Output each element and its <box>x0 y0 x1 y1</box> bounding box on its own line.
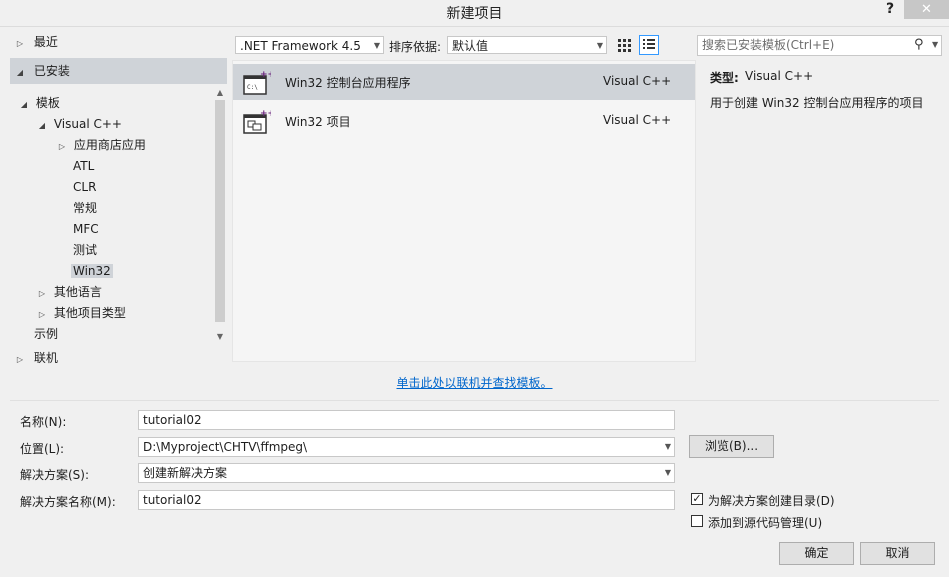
location-value: D:\Myproject\CHTV\ffmpeg\ <box>143 440 308 454</box>
nav-item-label: 其他项目类型 <box>53 306 126 320</box>
collapse-arrow-icon[interactable]: ◢ <box>18 95 30 115</box>
nav-item-clr[interactable]: CLR <box>73 177 96 197</box>
expand-arrow-icon[interactable]: ▷ <box>36 284 48 304</box>
nav-item-test[interactable]: 测试 <box>73 240 97 260</box>
nav-item-label: 其他语言 <box>53 285 102 299</box>
browse-button[interactable]: 浏览(B)... <box>689 435 774 458</box>
nav-item-label: 模板 <box>35 96 60 110</box>
svg-text:++: ++ <box>260 70 271 80</box>
win32-project-icon: ++ <box>243 109 271 134</box>
close-button[interactable]: ✕ <box>904 0 949 19</box>
description-type-value: Visual C++ <box>745 69 814 83</box>
framework-value: .NET Framework 4.5 <box>240 39 361 53</box>
template-name: Win32 项目 <box>285 115 351 129</box>
chevron-down-icon: ▼ <box>596 41 603 50</box>
create-dir-label[interactable]: 为解决方案创建目录(D) <box>708 492 835 509</box>
solution-label: 解决方案(S): <box>20 468 90 482</box>
search-input[interactable]: 搜索已安装模板(Ctrl+E) ⚲ ▼ <box>697 35 942 56</box>
nav-item-templates[interactable]: ◢ 模板 <box>18 93 60 113</box>
tree-scrollbar-thumb[interactable] <box>215 100 225 322</box>
solution-name-value: tutorial02 <box>143 493 202 507</box>
create-dir-checkbox[interactable]: ✓ <box>691 493 703 505</box>
form-divider <box>10 400 939 401</box>
location-input[interactable]: D:\Myproject\CHTV\ffmpeg\ ▼ <box>138 437 675 457</box>
nav-item-label: 应用商店应用 <box>73 138 146 152</box>
collapse-arrow-icon[interactable]: ◢ <box>36 116 48 136</box>
help-icon[interactable]: ? <box>880 1 900 21</box>
window-title: 新建项目 <box>446 6 503 22</box>
location-label: 位置(L): <box>20 442 65 456</box>
nav-item-recent[interactable]: ▷ 最近 <box>14 32 58 52</box>
nav-item-store-apps[interactable]: ▷ 应用商店应用 <box>56 135 146 155</box>
solution-value: 创建新解决方案 <box>143 466 228 480</box>
framework-select[interactable]: .NET Framework 4.5 ▼ <box>235 36 384 54</box>
nav-item-online[interactable]: ▷ 联机 <box>14 348 58 368</box>
nav-item-visual-cpp[interactable]: ◢ Visual C++ <box>36 114 122 134</box>
template-list: C:\ ++ Win32 控制台应用程序 Visual C++ ++ Win32… <box>232 60 696 362</box>
template-item-console[interactable]: C:\ ++ Win32 控制台应用程序 Visual C++ <box>233 64 695 100</box>
sort-value: 默认值 <box>452 39 489 53</box>
solution-name-label: 解决方案名称(M): <box>20 495 116 509</box>
name-input[interactable]: tutorial02 <box>138 410 675 430</box>
nav-item-general[interactable]: 常规 <box>73 198 97 218</box>
nav-item-installed-row[interactable]: ◢ 已安装 <box>14 61 70 81</box>
name-label: 名称(N): <box>20 415 67 429</box>
console-icon-text: C:\ <box>247 84 258 91</box>
search-placeholder: 搜索已安装模板(Ctrl+E) <box>702 38 835 52</box>
grid-view-icon <box>618 39 631 52</box>
chevron-down-icon[interactable]: ▼ <box>932 36 938 54</box>
chevron-down-icon: ▼ <box>373 41 380 50</box>
description-text: 用于创建 Win32 控制台应用程序的项目 <box>710 96 924 110</box>
template-name: Win32 控制台应用程序 <box>285 76 411 90</box>
nav-item-other-languages[interactable]: ▷ 其他语言 <box>36 282 102 302</box>
svg-text:++: ++ <box>260 109 271 119</box>
search-icon[interactable]: ⚲ <box>914 36 924 54</box>
nav-item-label: Win32 <box>71 264 113 278</box>
nav-item-samples[interactable]: 示例 <box>34 324 58 344</box>
name-value: tutorial02 <box>143 413 202 427</box>
source-control-checkbox[interactable] <box>691 515 703 527</box>
list-view-icon <box>643 39 655 49</box>
template-language: Visual C++ <box>603 74 672 88</box>
chevron-down-icon: ▼ <box>664 468 671 477</box>
description-type-label: 类型: <box>710 71 739 85</box>
nav-item-label: Visual C++ <box>53 117 122 131</box>
online-link-text[interactable]: 单击此处以联机并查找模板。 <box>396 376 552 390</box>
nav-item-win32[interactable]: Win32 <box>71 261 113 281</box>
scroll-up-icon[interactable]: ▲ <box>213 86 227 100</box>
nav-item-label: 最近 <box>33 35 58 49</box>
nav-item-label: 已安装 <box>33 64 70 78</box>
nav-item-label: 联机 <box>33 351 58 365</box>
sort-select[interactable]: 默认值 ▼ <box>447 36 607 54</box>
cancel-button[interactable]: 取消 <box>860 542 935 565</box>
nav-item-mfc[interactable]: MFC <box>73 219 99 239</box>
source-control-label[interactable]: 添加到源代码管理(U) <box>708 514 822 531</box>
console-app-icon: C:\ ++ <box>243 70 271 95</box>
expand-arrow-icon[interactable]: ▷ <box>36 305 48 325</box>
online-templates-link[interactable]: 单击此处以联机并查找模板。 <box>0 374 949 391</box>
collapse-arrow-icon[interactable]: ◢ <box>14 63 26 83</box>
nav-item-other-project-types[interactable]: ▷ 其他项目类型 <box>36 303 126 323</box>
expand-arrow-icon[interactable]: ▷ <box>14 350 26 370</box>
expand-arrow-icon[interactable]: ▷ <box>14 34 26 54</box>
scroll-down-icon[interactable]: ▼ <box>213 330 227 344</box>
solution-select[interactable]: 创建新解决方案 ▼ <box>138 463 675 483</box>
solution-name-input[interactable]: tutorial02 <box>138 490 675 510</box>
chevron-down-icon: ▼ <box>664 442 671 451</box>
expand-arrow-icon[interactable]: ▷ <box>56 137 68 157</box>
list-view-button[interactable] <box>639 35 659 55</box>
grid-view-button[interactable] <box>614 35 634 55</box>
nav-item-atl[interactable]: ATL <box>73 156 94 176</box>
ok-button[interactable]: 确定 <box>779 542 854 565</box>
template-language: Visual C++ <box>603 113 672 127</box>
sort-label: 排序依据: <box>389 40 442 54</box>
template-item-win32-project[interactable]: ++ Win32 项目 Visual C++ <box>233 103 695 139</box>
